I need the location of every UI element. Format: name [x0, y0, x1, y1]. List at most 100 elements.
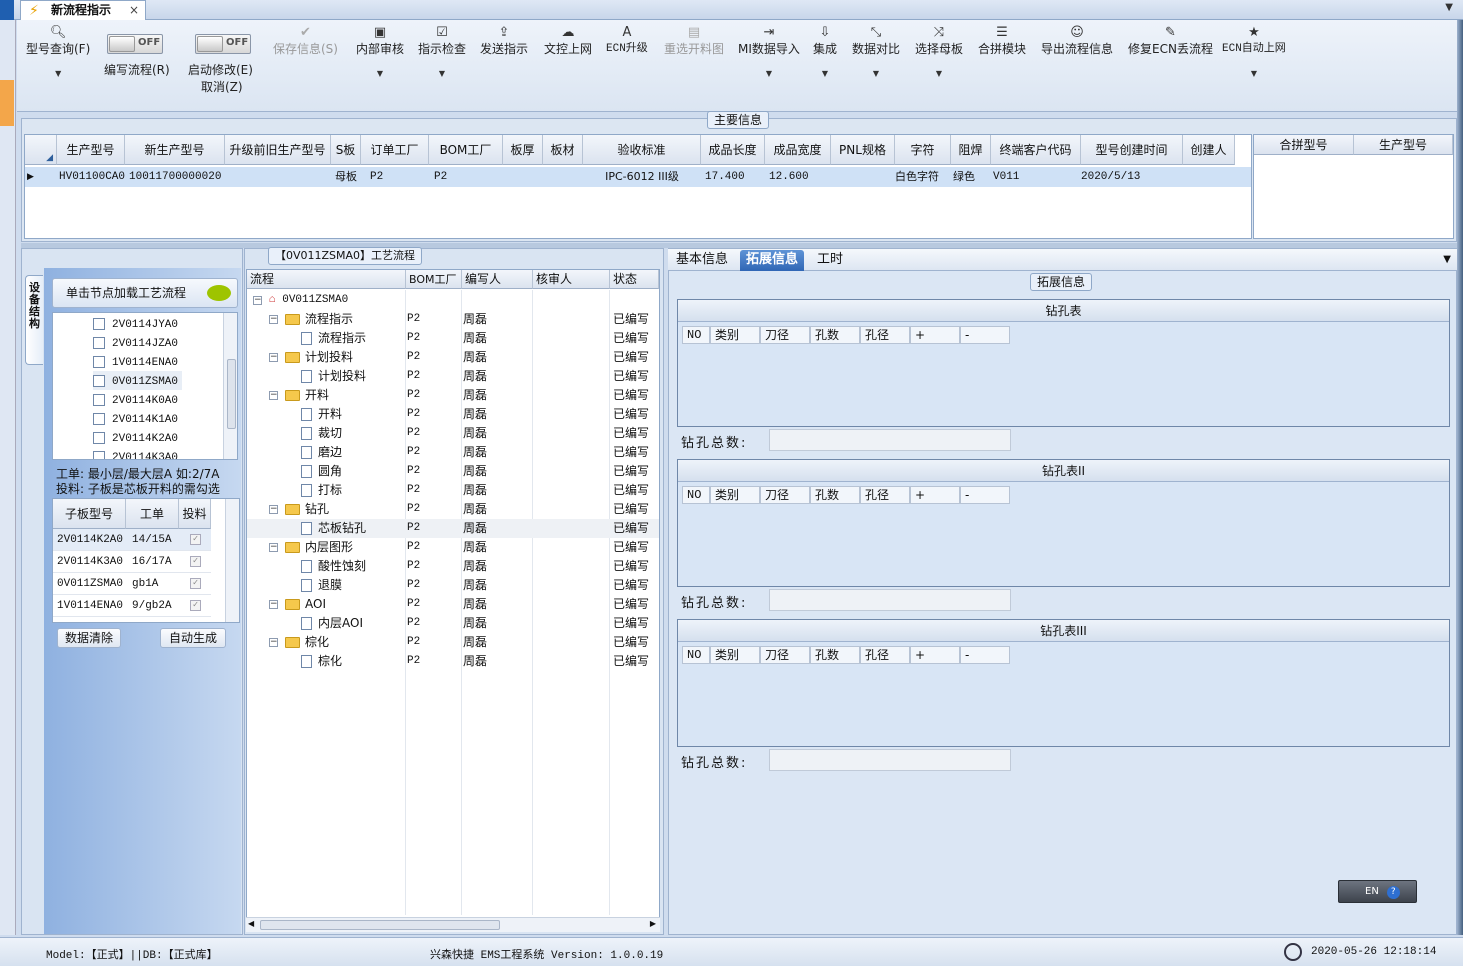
cancel-label[interactable]: 取消(Z) — [201, 78, 243, 95]
help-icon[interactable]: ? — [1386, 886, 1400, 899]
col-header[interactable]: 成品宽度 — [765, 135, 831, 165]
cell-s-board[interactable]: 母板 — [335, 167, 357, 187]
cell-customer[interactable]: V011 — [993, 167, 1019, 187]
remove-column-button[interactable]: - — [960, 486, 1010, 504]
edit-flow-toggle[interactable]: OFF — [107, 34, 163, 54]
col-header[interactable]: 刀径 — [760, 326, 810, 344]
flow-row[interactable]: 退膜 P2 周磊 已编写 — [247, 576, 659, 595]
checkbox[interactable] — [93, 318, 105, 330]
col-header[interactable]: 阻焊 — [951, 135, 991, 165]
data-compare-button[interactable]: ⤡ 数据对比 ▼ — [852, 26, 900, 79]
col-header[interactable]: PNL规格 — [831, 135, 895, 165]
col-header[interactable]: 孔数 — [810, 326, 860, 344]
col-header[interactable]: 刀径 — [760, 486, 810, 504]
load-flow-button[interactable]: 单击节点加载工艺流程 — [52, 278, 238, 308]
flow-row[interactable]: 棕化 P2 周磊 已编写 — [247, 652, 659, 671]
collapse-icon[interactable]: − — [269, 505, 278, 514]
checkbox[interactable] — [93, 356, 105, 368]
tree-item-selected[interactable]: 0V011ZSMA0 — [93, 371, 183, 390]
drill-total-field[interactable] — [769, 429, 1011, 451]
tab-basic-info[interactable]: 基本信息 — [670, 250, 734, 271]
collapse-icon[interactable]: − — [269, 543, 278, 552]
cell-order-factory[interactable]: P2 — [370, 167, 383, 187]
flow-row[interactable]: AOI − P2 周磊 已编写 — [247, 595, 659, 614]
table-row[interactable]: 2V0114K2A0 14/15A ✓ — [53, 529, 211, 551]
flow-row[interactable]: 棕化 − P2 周磊 已编写 — [247, 633, 659, 652]
col-header[interactable]: 子板型号 — [53, 499, 126, 529]
vertical-scrollbar[interactable] — [223, 313, 237, 459]
col-header[interactable]: 类别 — [710, 326, 760, 344]
collapse-icon[interactable]: − — [269, 391, 278, 400]
doc-online-button[interactable]: ☁ 文控上网 — [544, 26, 592, 57]
start-modify-label[interactable]: 启动修改(E) — [188, 61, 253, 78]
scroll-left-icon[interactable]: ◀ — [248, 919, 254, 928]
col-header[interactable]: 型号创建时间 — [1081, 135, 1183, 165]
tabs-dropdown-icon[interactable]: ▼ — [1443, 254, 1451, 265]
dropdown-arrow-icon[interactable]: ▼ — [356, 69, 404, 79]
dropdown-arrow-icon[interactable]: ▼ — [418, 69, 466, 79]
col-header[interactable]: 升级前旧生产型号 — [225, 135, 331, 165]
merge-module-button[interactable]: ☰ 合拼模块 — [978, 26, 1026, 57]
col-header[interactable]: 合拼型号 — [1254, 135, 1354, 155]
reselect-cut-button[interactable]: ▤ 重选开料图 — [664, 26, 724, 57]
flow-row[interactable]: 芯板钻孔 P2 周磊 已编写 — [247, 519, 659, 538]
model-query-button[interactable]: 🔍︎ 型号查询(F) ▼ — [26, 26, 90, 79]
dropdown-arrow-icon[interactable]: ▼ — [738, 69, 800, 79]
ime-toolbar[interactable]: EN? — [1338, 880, 1417, 903]
col-header[interactable]: 新生产型号 — [125, 135, 225, 165]
col-header[interactable]: 生产型号 — [1354, 135, 1453, 155]
col-header[interactable]: BOM工厂 — [429, 135, 503, 165]
ecn-auto-button[interactable]: ★ ECN自动上网 ▼ — [1222, 26, 1286, 79]
cell-model[interactable]: HV01100CA0 — [59, 167, 125, 187]
col-header[interactable]: 字符 — [895, 135, 951, 165]
grid-corner[interactable]: ◢ — [25, 135, 57, 165]
internal-review-button[interactable]: ▣ 内部审核 ▼ — [356, 26, 404, 79]
table-row[interactable]: 0V011ZSMA0 gb1A ✓ — [53, 573, 211, 595]
col-header[interactable]: 编写人 — [462, 270, 533, 289]
edit-flow-label[interactable]: 编写流程(R) — [104, 61, 170, 78]
flow-row[interactable]: 磨边 P2 周磊 已编写 — [247, 443, 659, 462]
feed-checkbox[interactable]: ✓ — [190, 534, 201, 545]
close-icon[interactable]: × — [129, 1, 139, 19]
dropdown-arrow-icon[interactable]: ▼ — [852, 69, 900, 79]
checkbox[interactable] — [93, 451, 105, 459]
scroll-thumb[interactable] — [260, 920, 500, 930]
integrate-button[interactable]: ⇩ 集成 ▼ — [813, 26, 837, 79]
tab-extended-info[interactable]: 拓展信息 — [740, 250, 805, 271]
save-info-button[interactable]: ✔ 保存信息(S) — [273, 26, 338, 57]
cell-length[interactable]: 17.400 — [705, 167, 745, 187]
flow-row[interactable]: 内层AOI P2 周磊 已编写 — [247, 614, 659, 633]
tree-item[interactable]: 2V0114JYA0 — [93, 314, 178, 333]
flow-row[interactable]: 圆角 P2 周磊 已编写 — [247, 462, 659, 481]
col-header[interactable]: 终端客户代码 — [991, 135, 1081, 165]
dropdown-arrow-icon[interactable]: ▼ — [915, 69, 963, 79]
col-header[interactable]: NO — [682, 646, 710, 664]
flow-row[interactable]: 内层图形 − P2 周磊 已编写 — [247, 538, 659, 557]
horizontal-scrollbar[interactable]: ◀ ▶ — [246, 917, 660, 932]
drill-total-field[interactable] — [769, 749, 1011, 771]
col-header[interactable]: 工单 — [126, 499, 179, 529]
flow-row[interactable]: 流程指示 P2 周磊 已编写 — [247, 329, 659, 348]
feed-checkbox[interactable]: ✓ — [190, 600, 201, 611]
add-column-button[interactable]: + — [910, 646, 960, 664]
cell-solder[interactable]: 绿色 — [953, 167, 975, 187]
col-header[interactable]: 投料 — [179, 499, 211, 529]
col-header[interactable]: NO — [682, 326, 710, 344]
instruction-check-button[interactable]: ☑ 指示检查 ▼ — [418, 26, 466, 79]
col-header[interactable]: 刀径 — [760, 646, 810, 664]
col-header[interactable]: 生产型号 — [57, 135, 125, 165]
cell-standard[interactable]: IPC-6012 III级 — [583, 167, 701, 187]
checkbox[interactable] — [93, 413, 105, 425]
flow-row[interactable]: 打标 P2 周磊 已编写 — [247, 481, 659, 500]
vertical-tab-structure[interactable]: 设备结构 — [25, 275, 43, 365]
col-header[interactable]: 孔数 — [810, 486, 860, 504]
cell-new-model[interactable]: 10011700000020 — [129, 167, 221, 187]
cell-bom-factory[interactable]: P2 — [434, 167, 447, 187]
fix-ecn-button[interactable]: ✎ 修复ECN丢流程 — [1128, 26, 1213, 57]
tab-work-hours[interactable]: 工时 — [811, 250, 849, 271]
checkbox[interactable] — [93, 394, 105, 406]
flow-row[interactable]: 计划投料 − P2 周磊 已编写 — [247, 348, 659, 367]
tree-item[interactable]: 2V0114K0A0 — [93, 390, 178, 409]
add-column-button[interactable]: + — [910, 326, 960, 344]
flow-row[interactable]: 流程指示 − P2 周磊 已编写 — [247, 310, 659, 329]
